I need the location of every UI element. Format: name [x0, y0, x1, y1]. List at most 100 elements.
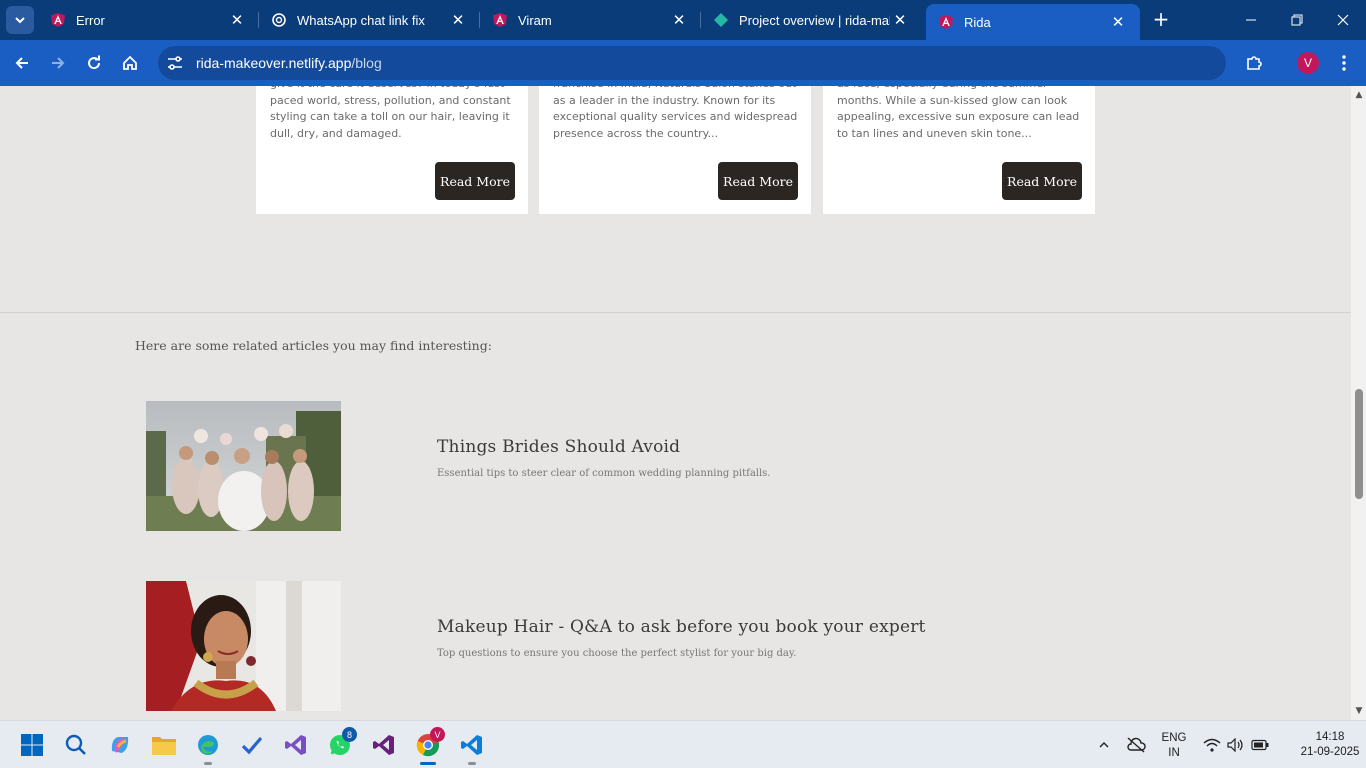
battery-status[interactable]	[1244, 729, 1276, 761]
angular-icon	[939, 15, 953, 29]
read-more-button[interactable]: Read More	[1002, 162, 1082, 200]
visual-studio-icon	[373, 735, 394, 755]
input-language[interactable]: ENG IN	[1156, 731, 1192, 761]
minimize-button[interactable]	[1228, 0, 1274, 40]
taskbar-copilot[interactable]	[104, 729, 136, 761]
bride-portrait-image[interactable]	[146, 581, 341, 711]
window-close-button[interactable]	[1320, 0, 1366, 40]
wifi-icon	[1203, 738, 1221, 752]
more-vertical-icon	[1342, 55, 1346, 71]
url-host: rida-makeover.netlify.app	[196, 55, 352, 71]
close-icon[interactable]: ✕	[448, 11, 468, 29]
blog-card-excerpt: franchise in India, Naturals Salon stand…	[553, 86, 798, 140]
clock-date: 21-09-2025	[1300, 746, 1360, 758]
restore-button[interactable]	[1274, 0, 1320, 40]
arrow-left-icon	[15, 57, 28, 69]
plus-icon: +	[1152, 7, 1170, 31]
close-icon[interactable]: ✕	[890, 11, 910, 29]
read-more-button[interactable]: Read More	[718, 162, 798, 200]
taskbar-file-explorer[interactable]	[148, 729, 180, 761]
scroll-up-icon[interactable]: ▲	[1354, 90, 1364, 100]
tab-title: Error	[76, 12, 105, 28]
restore-icon	[1291, 14, 1303, 26]
article-title-link[interactable]: Makeup Hair - Q&A to ask before you book…	[437, 617, 926, 637]
vscode-icon	[461, 735, 482, 755]
tab-title: Project overview | rida-make	[739, 12, 890, 28]
folder-icon	[152, 737, 176, 755]
clock-time: 14:18	[1315, 731, 1345, 743]
blog-card-excerpt: give it the care it deserves? In today's…	[270, 86, 511, 140]
angular-icon	[493, 13, 507, 27]
blog-card: franchise in India, Naturals Salon stand…	[539, 86, 811, 214]
onedrive-button[interactable]	[1120, 729, 1152, 761]
profile-badge: V	[430, 727, 445, 742]
battery-icon	[1251, 739, 1269, 751]
extensions-button[interactable]	[1240, 49, 1268, 77]
notification-badge: 8	[342, 727, 357, 742]
scroll-down-icon[interactable]: ▼	[1354, 706, 1364, 716]
home-button[interactable]	[116, 49, 144, 77]
search-icon	[65, 734, 86, 755]
section-divider	[0, 312, 1351, 313]
openai-icon	[272, 13, 286, 27]
profile-avatar[interactable]: V	[1297, 52, 1319, 74]
running-indicator	[468, 762, 476, 765]
tab-title: WhatsApp chat link fix	[297, 12, 425, 28]
browser-menu-button[interactable]	[1330, 49, 1358, 77]
windows-taskbar: 8 V ENG IN 14:18 21-09-2025	[0, 720, 1366, 768]
page-scrollbar[interactable]: ▲ ▼	[1351, 86, 1366, 720]
netlify-icon	[714, 13, 728, 27]
back-button[interactable]	[8, 49, 36, 77]
bridal-party-image[interactable]	[146, 401, 341, 531]
tab-viram[interactable]: Viram ✕	[480, 0, 701, 40]
running-indicator	[204, 762, 212, 765]
start-button[interactable]	[16, 729, 48, 761]
home-icon	[123, 55, 137, 70]
article-title-link[interactable]: Things Brides Should Avoid	[437, 437, 680, 457]
taskbar-edge[interactable]	[192, 729, 224, 761]
edge-icon	[198, 735, 218, 755]
language-code: ENG	[1161, 732, 1187, 744]
taskbar-todo[interactable]	[236, 729, 268, 761]
scrollbar-thumb[interactable]	[1355, 389, 1363, 499]
tab-whatsapp-chat-link-fix[interactable]: WhatsApp chat link fix ✕	[259, 0, 480, 40]
chevron-down-icon	[15, 17, 25, 24]
taskbar-visual-studio[interactable]	[280, 729, 312, 761]
tab-project-overview[interactable]: Project overview | rida-make ✕	[701, 0, 922, 40]
checkmark-icon	[241, 736, 263, 755]
close-icon	[1337, 14, 1349, 26]
windows-icon	[21, 734, 43, 756]
close-icon[interactable]: ✕	[1108, 13, 1128, 31]
tab-title: Viram	[518, 12, 552, 28]
related-articles-intro: Here are some related articles you may f…	[135, 338, 492, 353]
new-tab-button[interactable]: +	[1150, 8, 1172, 32]
taskbar-vscode[interactable]	[456, 729, 488, 761]
read-more-button[interactable]: Read More	[435, 162, 515, 200]
clock[interactable]: 14:18 21-09-2025	[1300, 730, 1360, 760]
copilot-icon	[111, 737, 129, 753]
page-viewport: give it the care it deserves? In today's…	[0, 86, 1351, 720]
close-icon[interactable]: ✕	[227, 11, 247, 29]
address-bar[interactable]: rida-makeover.netlify.app/blog	[158, 46, 1226, 80]
taskbar-search[interactable]	[60, 729, 92, 761]
taskbar-visual-studio-2[interactable]	[368, 729, 400, 761]
cloud-offline-icon	[1127, 737, 1146, 753]
tab-strip: Error ✕ WhatsApp chat link fix ✕ Viram ✕…	[0, 0, 1366, 40]
tab-title: Rida	[964, 14, 991, 30]
forward-button[interactable]	[44, 49, 72, 77]
reload-button[interactable]	[80, 49, 108, 77]
article-description: Top questions to ensure you choose the p…	[437, 648, 797, 659]
region-code: IN	[1168, 747, 1180, 759]
show-hidden-icons-button[interactable]	[1088, 729, 1120, 761]
chevron-up-icon	[1099, 742, 1109, 748]
close-icon[interactable]: ✕	[669, 11, 689, 29]
tab-rida[interactable]: Rida ✕	[926, 4, 1140, 40]
tab-search-button[interactable]	[6, 6, 34, 34]
site-info-icon[interactable]	[166, 54, 184, 72]
article-description: Essential tips to steer clear of common …	[437, 468, 771, 479]
tab-error[interactable]: Error ✕	[38, 0, 259, 40]
active-indicator	[420, 762, 436, 765]
puzzle-icon	[1247, 56, 1262, 70]
reload-icon	[88, 55, 101, 70]
url-path: /blog	[351, 55, 382, 71]
